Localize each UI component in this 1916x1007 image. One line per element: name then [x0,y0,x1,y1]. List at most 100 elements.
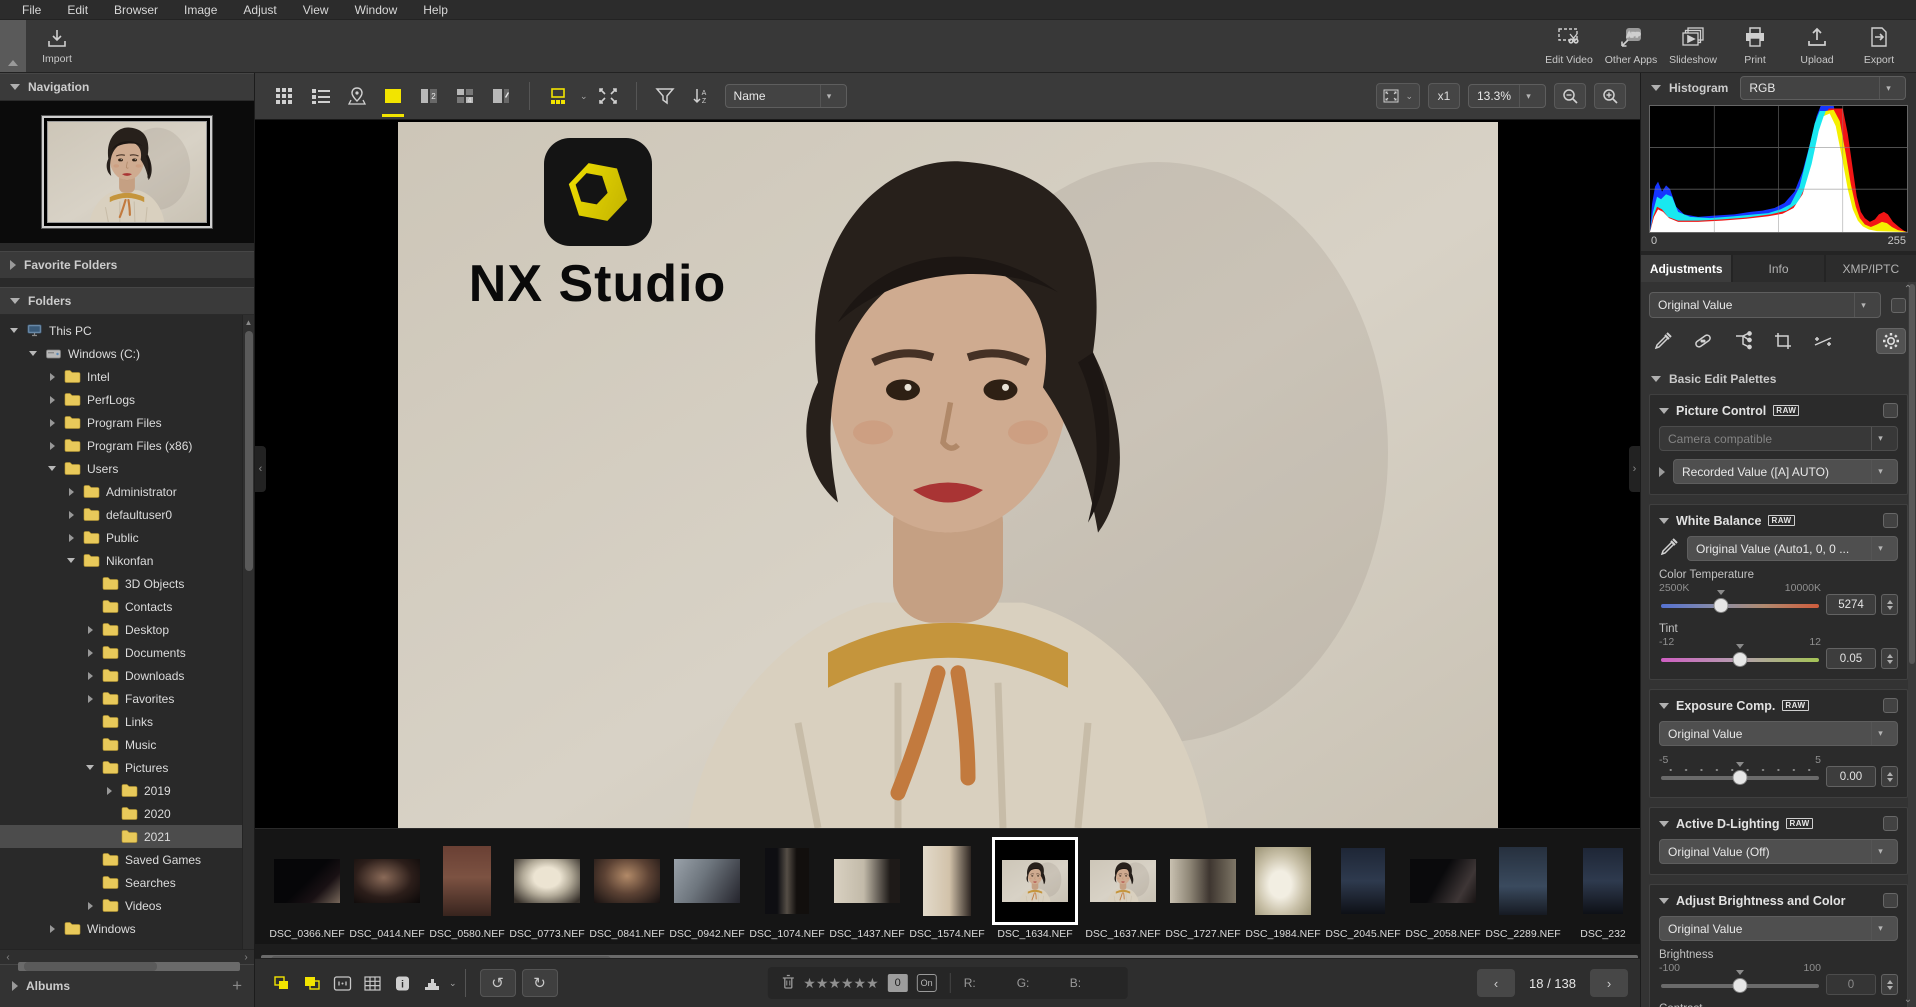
tree-item-this-pc[interactable]: This PC [0,319,242,342]
folders-header[interactable]: Folders [0,287,254,315]
straighten-tool-icon[interactable] [1813,331,1833,351]
export-button[interactable]: Export [1848,20,1910,72]
expander-icon[interactable] [65,534,77,542]
rating-value[interactable]: 0 [888,974,908,992]
sort-direction-icon[interactable]: AZ [685,81,717,111]
rating-star-icon[interactable]: ★ [816,975,829,991]
thumbnail-image[interactable] [1341,837,1385,925]
filter-button[interactable] [649,81,681,111]
filmstrip-thumbnail-dsc-0773-nef[interactable]: DSC_0773.NEF [509,837,585,940]
crop-tool-icon[interactable] [1773,331,1793,351]
expander-icon[interactable] [84,626,96,634]
tree-item-documents[interactable]: Documents [0,641,242,664]
basic-edit-palettes-header[interactable]: Basic Edit Palettes [1641,366,1908,394]
tree-item-favorites[interactable]: Favorites [0,687,242,710]
exposure-comp-dropdown[interactable]: Original Value ▾ [1659,721,1898,746]
photo-canvas[interactable]: NX Studio [398,122,1498,828]
import-button[interactable]: Import [26,20,88,72]
thumbnail-image[interactable] [1090,837,1156,925]
add-album-icon[interactable]: + [232,976,242,996]
expander-icon[interactable] [65,558,77,563]
sort-dropdown[interactable]: Name ▾ [725,84,847,108]
adjustment-preset-dropdown[interactable]: Original Value ▾ [1649,292,1881,318]
navigation-header[interactable]: Navigation [0,73,254,101]
tree-item-2019[interactable]: 2019 [0,779,242,802]
expander-icon[interactable] [65,488,77,496]
fit-to-screen-button[interactable]: ⌄ [1376,83,1420,109]
zoom-1to1-button[interactable]: x1 [1428,83,1460,109]
collapse-open-icon[interactable] [1659,821,1669,827]
next-image-button[interactable]: › [1590,969,1628,997]
filmstrip-thumbnail-dsc-2045-nef[interactable]: DSC_2045.NEF [1325,837,1401,940]
brightness-value[interactable]: 0 [1826,974,1876,995]
rating-star-icon[interactable]: ★ [803,975,816,991]
rating-star-icon[interactable]: ★ [841,975,854,991]
filmstrip-thumbnail-dsc-0580-nef[interactable]: DSC_0580.NEF [429,837,505,940]
scroll-right-icon[interactable]: › [238,952,254,963]
filmstrip-thumbnail-dsc-1637-nef[interactable]: DSC_1637.NEF [1085,837,1161,940]
scrollbar-thumb[interactable] [1909,284,1915,664]
exposure-comp-value[interactable]: 0.00 [1826,766,1876,787]
thumbnail-image[interactable] [274,837,340,925]
collapse-open-icon[interactable] [1659,898,1669,904]
collapse-left-panel-handle[interactable]: ‹ [255,446,266,492]
edit-video-button[interactable]: Edit Video [1538,20,1600,72]
expander-icon[interactable] [27,351,39,356]
slider-handle[interactable] [1733,652,1748,667]
brightness-color-dropdown[interactable]: Original Value ▾ [1659,916,1898,941]
tree-item-3d-objects[interactable]: 3D Objects [0,572,242,595]
thumbnail-image[interactable] [1170,837,1236,925]
inspector-scrollbar[interactable] [1908,282,1916,1007]
thumbnail-image[interactable] [674,837,740,925]
scroll-left-icon[interactable]: ‹ [0,952,16,963]
exposure-comp-spinner[interactable] [1881,766,1898,787]
thumbnail-image[interactable] [443,837,491,925]
previous-image-button[interactable]: ‹ [1477,969,1515,997]
collapse-open-icon[interactable] [1659,703,1669,709]
expander-icon[interactable] [46,373,58,381]
thumbnail-image[interactable] [923,837,971,925]
picture-control-value-dropdown[interactable]: Recorded Value ([A] AUTO) ▾ [1673,459,1898,484]
eyedropper-tool-icon[interactable] [1653,331,1673,351]
expander-icon[interactable] [84,765,96,770]
gray-point-eyedropper-icon[interactable] [1659,537,1679,560]
section-checkbox[interactable] [1883,403,1898,418]
brightness-slider[interactable] [1659,975,1821,995]
tree-item-saved-games[interactable]: Saved Games [0,848,242,871]
expander-icon[interactable] [84,695,96,703]
section-checkbox[interactable] [1883,513,1898,528]
expander-icon[interactable] [84,672,96,680]
tab-adjustments[interactable]: Adjustments [1641,255,1731,282]
other-apps-button[interactable]: APPOther Apps [1600,20,1662,72]
expander-icon[interactable] [84,902,96,910]
scroll-up-icon[interactable]: ▲ [243,315,254,329]
filmstrip-thumbnail-dsc-1727-nef[interactable]: DSC_1727.NEF [1165,837,1241,940]
slider-handle[interactable] [1733,770,1748,785]
collapse-open-icon[interactable] [1659,408,1669,414]
slider-handle[interactable] [1733,978,1748,993]
exposure-comp-slider[interactable] [1659,767,1821,787]
tint-slider[interactable] [1659,649,1821,669]
rating-stars[interactable]: ★★★★★★ [803,975,878,992]
thumbnail-image[interactable] [594,837,660,925]
color-control-point-tool-icon[interactable] [1733,331,1753,351]
tree-item-nikonfan[interactable]: Nikonfan [0,549,242,572]
grid-overlay-button[interactable] [357,969,387,997]
tree-item-windows-c[interactable]: Windows (C:) [0,342,242,365]
filmstrip-toggle-button[interactable] [542,81,574,111]
thumbnail-image[interactable] [992,837,1078,925]
filmstrip-thumbnail-dsc-1634-nef[interactable]: DSC_1634.NEF [989,837,1081,940]
tab-xmp-iptc[interactable]: XMP/IPTC [1826,255,1916,282]
tree-item-2021[interactable]: 2021 [0,825,242,848]
thumbnail-size-small-button[interactable] [267,969,297,997]
menu-file[interactable]: File [10,1,53,19]
color-temperature-value[interactable]: 5274 [1826,594,1876,615]
section-checkbox[interactable] [1883,816,1898,831]
preset-checkbox[interactable] [1891,298,1906,313]
collapse-right-panel-handle[interactable]: › [1629,446,1640,492]
fullscreen-button[interactable] [592,81,624,111]
settings-gear-button[interactable] [1876,328,1906,354]
thumbnail-image[interactable] [514,837,580,925]
chevron-down-icon[interactable]: ⌄ [580,91,588,102]
tree-item-program-files-x86[interactable]: Program Files (x86) [0,434,242,457]
